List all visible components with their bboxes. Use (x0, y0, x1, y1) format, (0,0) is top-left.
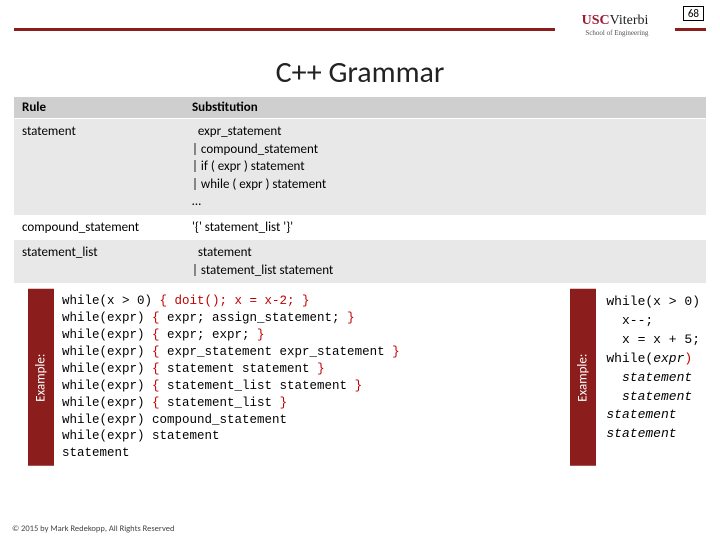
header: USCViterbi School of Engineering 68 (0, 0, 720, 50)
left-example-box: Example: while(x > 0) { doit(); x = x-2;… (28, 289, 408, 466)
logo-viterbi-text: Viterbi (610, 13, 649, 28)
col-rule-header: Rule (14, 97, 184, 119)
rule-cell: statement (14, 119, 184, 215)
rule-cell: statement_list (14, 240, 184, 283)
col-substitution-header: Substitution (184, 97, 706, 119)
table-row: statement expr_statement | compound_stat… (14, 119, 706, 215)
logo-usc-text: USC (582, 13, 610, 28)
table-row: statement_list statement | statement_lis… (14, 240, 706, 283)
examples-row: Example: while(x > 0) { doit(); x = x-2;… (0, 289, 720, 466)
right-example-box: Example: while(x > 0) x--; x = x + 5; wh… (570, 289, 710, 466)
example-label-left: Example: (28, 289, 54, 466)
right-example-body: while(x > 0) x--; x = x + 5; while(expr)… (596, 289, 710, 466)
grammar-table: Rule Substitution statement expr_stateme… (14, 97, 706, 283)
page-number: 68 (683, 6, 704, 21)
copyright-footer: © 2015 by Mark Redekopp, All Rights Rese… (12, 524, 174, 534)
substitution-cell: statement | statement_list statement (184, 240, 706, 283)
left-example-body: while(x > 0) { doit(); x = x-2; } while(… (54, 289, 408, 466)
table-row: compound_statement '{' statement_list '}… (14, 215, 706, 241)
rule-cell: compound_statement (14, 215, 184, 241)
table-header-row: Rule Substitution (14, 97, 706, 119)
example-label-right: Example: (570, 289, 596, 466)
slide-title: C++ Grammar (0, 54, 720, 91)
substitution-cell: '{' statement_list '}' (184, 215, 706, 241)
usc-viterbi-logo: USCViterbi School of Engineering (555, 2, 675, 46)
logo-subtitle: School of Engineering (582, 29, 649, 37)
substitution-cell: expr_statement | compound_statement | if… (184, 119, 706, 215)
